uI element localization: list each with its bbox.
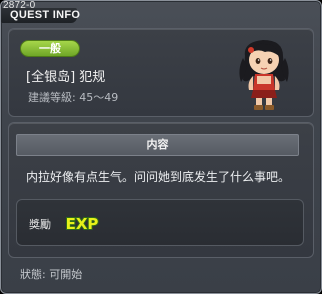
quest-name: [全银岛] 犯规 [26,70,106,85]
content-section-header: 内容 [16,134,299,156]
recommended-level: 建議等級: 45～49 [28,91,119,104]
exp-reward-icon: EXP [65,214,100,233]
reward-box [16,199,304,246]
exp-icon-text: EXP [66,215,99,233]
quest-status: 狀態: 可開始 [20,268,83,281]
npc-girl-portrait-icon [239,40,289,110]
reward-label: 獎勵 [29,218,51,231]
quest-description: 内拉好像有点生气。问问她到底发生了什么事吧。 [26,170,291,184]
category-badge: 一般 [20,40,80,57]
window-title: QUEST INFO [10,9,81,21]
